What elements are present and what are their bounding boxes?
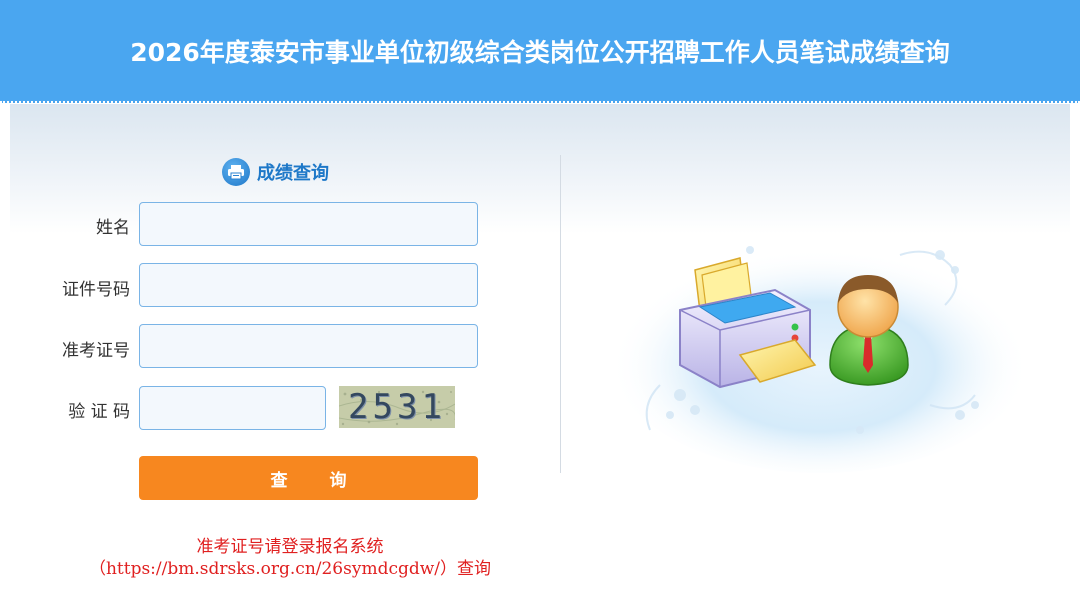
name-label: 姓名 — [96, 218, 130, 238]
captcha-input[interactable] — [139, 386, 326, 430]
captcha-code: 2531 — [348, 387, 446, 427]
name-input[interactable] — [139, 202, 478, 246]
printer-user-illustration — [600, 215, 1040, 475]
id-number-input[interactable] — [139, 263, 478, 307]
form-title-text: 成绩查询 — [257, 163, 329, 184]
page-header: 2026年度泰安市事业单位初级综合类岗位公开招聘工作人员笔试成绩查询 — [0, 0, 1080, 103]
ticket-number-label: 准考证号 — [62, 341, 130, 361]
page-title: 2026年度泰安市事业单位初级综合类岗位公开招聘工作人员笔试成绩查询 — [130, 37, 950, 67]
printer-icon — [222, 158, 250, 186]
form-title: 成绩查询 — [222, 157, 329, 187]
id-number-label: 证件号码 — [62, 280, 130, 300]
captcha-label: 验 证 码 — [68, 402, 130, 422]
query-button[interactable]: 查 询 — [139, 456, 478, 500]
ticket-number-input[interactable] — [139, 324, 478, 368]
panel-divider — [560, 155, 561, 473]
note-line-2: （https://bm.sdrsks.org.cn/26symdcgdw/）查询 — [88, 559, 492, 579]
captcha-image[interactable]: 2531 — [339, 386, 455, 428]
